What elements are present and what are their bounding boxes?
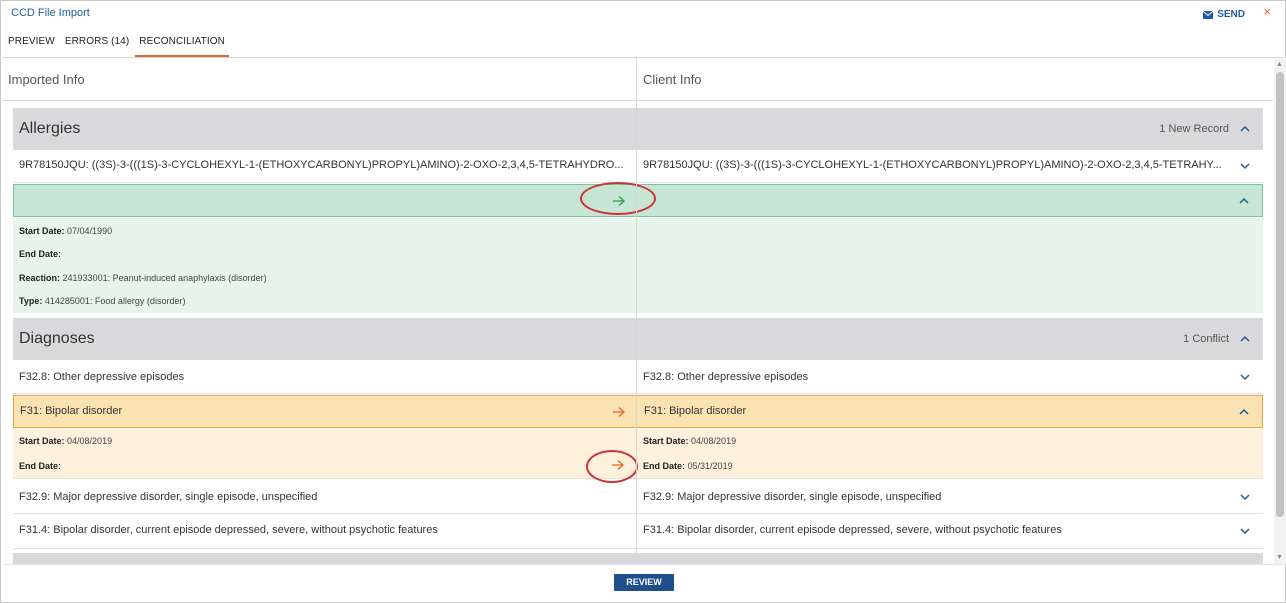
diagnosis-row[interactable]: F32.8: Other depressive episodes F32.8: … [13, 360, 1263, 394]
chevron-down-icon[interactable] [1239, 371, 1251, 383]
column-divider [636, 101, 637, 564]
diagnosis-row[interactable]: F31.4: Bipolar disorder, current episode… [13, 515, 1263, 549]
allergies-title: Allergies [19, 120, 81, 137]
send-button[interactable]: SEND [1203, 9, 1245, 20]
review-button[interactable]: REVIEW [614, 574, 674, 591]
imported-info-header: Imported Info [3, 58, 636, 101]
scroll-thumb[interactable] [1276, 72, 1284, 517]
diagnoses-title: Diagnoses [19, 330, 95, 347]
conflict-imported-name: F31: Bipolar disorder [20, 405, 123, 417]
chevron-down-icon[interactable] [1239, 491, 1251, 503]
envelope-icon [1203, 10, 1214, 19]
allergy-client-name: 9R78150JQU: ((3S)-3-(((1S)-3-CYCLOHEXYL-… [643, 159, 1222, 171]
tab-bar: PREVIEW ERRORS (14) RECONCILIATION [8, 35, 239, 57]
annotation-circle [586, 450, 638, 483]
conflict-imported-end: End Date: [19, 461, 62, 471]
annotation-circle [580, 182, 656, 215]
tab-preview[interactable]: PREVIEW [8, 35, 55, 57]
tab-reconciliation[interactable]: RECONCILIATION [135, 35, 229, 57]
conflict-client-end: End Date: 05/31/2019 [643, 461, 733, 471]
chevron-up-icon[interactable] [1239, 333, 1251, 345]
allergy-record-row[interactable]: 9R78150JQU: ((3S)-3-(((1S)-3-CYCLOHEXYL-… [13, 150, 1263, 183]
diagnosis-client-name: F32.8: Other depressive episodes [643, 371, 809, 383]
allergy-end-date: End Date: [19, 249, 62, 259]
scroll-up-icon[interactable]: ▲ [1276, 61, 1283, 68]
conflict-client-start: Start Date: 04/08/2019 [643, 436, 737, 446]
scroll-down-icon[interactable]: ▼ [1276, 554, 1283, 561]
diagnoses-section-header[interactable]: Diagnoses 1 Conflict [13, 318, 1263, 360]
diagnosis-imported-name: F32.8: Other depressive episodes [19, 371, 185, 383]
chevron-up-icon[interactable] [1238, 406, 1250, 418]
next-section-header [13, 553, 1263, 564]
send-label: SEND [1217, 9, 1245, 20]
close-icon[interactable]: × [1263, 5, 1271, 19]
diagnoses-status: 1 Conflict [1183, 333, 1229, 345]
allergy-imported-name: 9R78150JQU: ((3S)-3-(((1S)-3-CYCLOHEXYL-… [19, 159, 624, 171]
allergy-start-date: Start Date: 07/04/1990 [19, 226, 113, 236]
window-title: CCD File Import [11, 7, 90, 19]
diagnosis-imported-name: F32.9: Major depressive disorder, single… [19, 491, 318, 503]
ccd-import-window: CCD File Import SEND × PREVIEW ERRORS (1… [0, 0, 1286, 603]
client-info-header: Client Info [636, 58, 1273, 101]
diagnosis-conflict-details: Start Date: 04/08/2019 End Date: Start D… [13, 429, 1263, 479]
diagnosis-client-name: F31.4: Bipolar disorder, current episode… [643, 524, 1062, 536]
chevron-up-icon[interactable] [1239, 123, 1251, 135]
diagnosis-client-name: F32.9: Major depressive disorder, single… [643, 491, 942, 503]
tab-errors[interactable]: ERRORS (14) [65, 35, 129, 57]
allergy-details: Start Date: 07/04/1990 End Date: Reactio… [13, 218, 1263, 313]
diagnosis-conflict-bar[interactable]: F31: Bipolar disorder F31: Bipolar disor… [13, 395, 1263, 428]
conflict-client-name: F31: Bipolar disorder [644, 405, 747, 417]
allergy-type: Type: 414285001: Food allergy (disorder) [19, 296, 186, 306]
diagnosis-imported-name: F31.4: Bipolar disorder, current episode… [19, 524, 438, 536]
reconciliation-panel: Imported Info Client Info Allergies 1 Ne… [3, 58, 1273, 564]
chevron-down-icon[interactable] [1239, 525, 1251, 537]
allergy-reaction: Reaction: 241933001: Peanut-induced anap… [19, 273, 267, 283]
conflict-imported-start: Start Date: 04/08/2019 [19, 436, 113, 446]
arrow-right-icon[interactable] [612, 406, 626, 418]
allergies-section-header[interactable]: Allergies 1 New Record [13, 108, 1263, 150]
vertical-scrollbar[interactable]: ▲ ▼ [1274, 58, 1286, 564]
footer-divider [3, 564, 1283, 565]
chevron-down-icon[interactable] [1239, 160, 1251, 172]
chevron-up-icon[interactable] [1238, 195, 1250, 207]
diagnosis-row[interactable]: F32.9: Major depressive disorder, single… [13, 480, 1263, 514]
allergies-status: 1 New Record [1159, 123, 1229, 135]
